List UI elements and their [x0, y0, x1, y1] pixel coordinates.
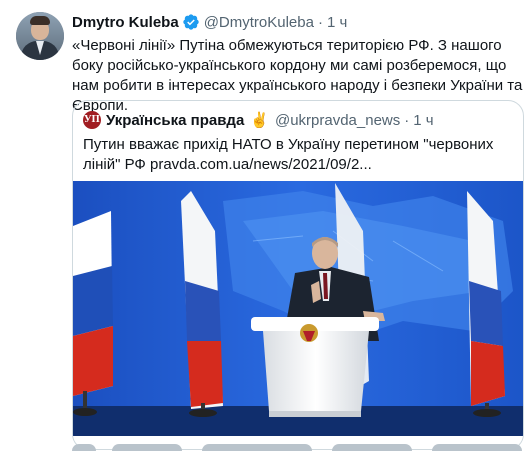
display-name[interactable]: Dmytro Kuleba — [72, 14, 179, 31]
timestamp[interactable]: 1 ч — [327, 14, 347, 31]
quoted-tweet[interactable]: УП Українська правда ✌️ @ukrpravda_news … — [72, 100, 524, 450]
verified-badge-icon — [182, 13, 200, 31]
next-tweet-avatar-shape — [72, 444, 96, 451]
next-tweet-text-shape — [112, 444, 182, 451]
next-tweet-text-shape — [432, 444, 522, 451]
quoted-separator-dot: · — [404, 111, 410, 129]
avatar[interactable] — [16, 12, 64, 60]
separator-dot: · — [317, 13, 323, 31]
quoted-display-name[interactable]: Українська правда — [106, 112, 244, 129]
victory-hand-emoji: ✌️ — [250, 112, 269, 129]
podium — [251, 317, 379, 417]
next-tweet-peek — [72, 444, 532, 451]
flag-left — [73, 211, 113, 416]
quoted-handle[interactable]: @ukrpravda_news — [275, 112, 400, 129]
quoted-tweet-header: УП Українська правда ✌️ @ukrpravda_news … — [83, 111, 434, 129]
news-photo[interactable] — [73, 181, 523, 436]
quoted-tweet-text: Путин вважає прихід НАТО в Україну перет… — [83, 136, 494, 173]
quoted-avatar[interactable]: УП — [83, 111, 101, 129]
tweet[interactable]: Dmytro Kuleba @DmytroKuleba · 1 ч «Черво… — [0, 0, 532, 451]
next-tweet-text-shape — [202, 444, 312, 451]
handle[interactable]: @DmytroKuleba — [204, 14, 314, 31]
tweet-header: Dmytro Kuleba @DmytroKuleba · 1 ч — [72, 12, 347, 32]
next-tweet-text-shape — [332, 444, 412, 451]
quoted-timestamp[interactable]: 1 ч — [413, 112, 433, 129]
avatar-hair — [30, 16, 50, 25]
